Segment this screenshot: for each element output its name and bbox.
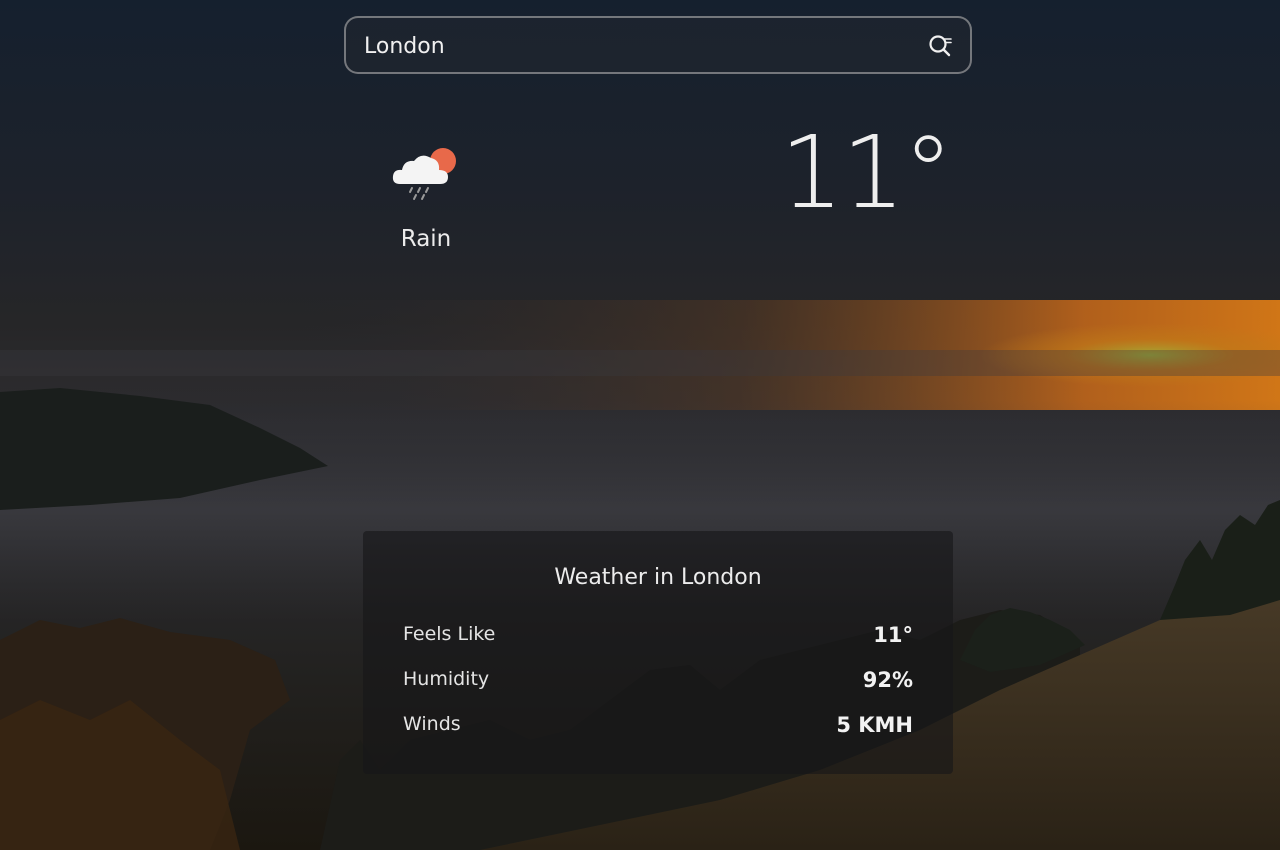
detail-row-humidity: Humidity 92%	[403, 668, 913, 698]
search-input[interactable]	[362, 18, 906, 74]
feels-like-value: 11°	[873, 623, 913, 647]
feels-like-label: Feels Like	[403, 623, 496, 645]
rain-cloud-sun-icon	[390, 146, 464, 204]
detail-row-feels-like: Feels Like 11°	[403, 623, 913, 653]
winds-label: Winds	[403, 713, 461, 735]
current-temperature: 11°	[780, 114, 953, 231]
search-icon[interactable]	[928, 34, 954, 58]
humidity-label: Humidity	[403, 668, 490, 690]
condition-label: Rain	[400, 226, 452, 252]
detail-row-winds: Winds 5 KMH	[403, 713, 913, 743]
winds-value: 5 KMH	[836, 713, 913, 737]
details-title: Weather in London	[554, 565, 762, 590]
details-panel: Weather in London Feels Like 11° Humidit…	[363, 531, 953, 774]
search-bar[interactable]	[344, 16, 972, 74]
humidity-value: 92%	[862, 668, 913, 692]
